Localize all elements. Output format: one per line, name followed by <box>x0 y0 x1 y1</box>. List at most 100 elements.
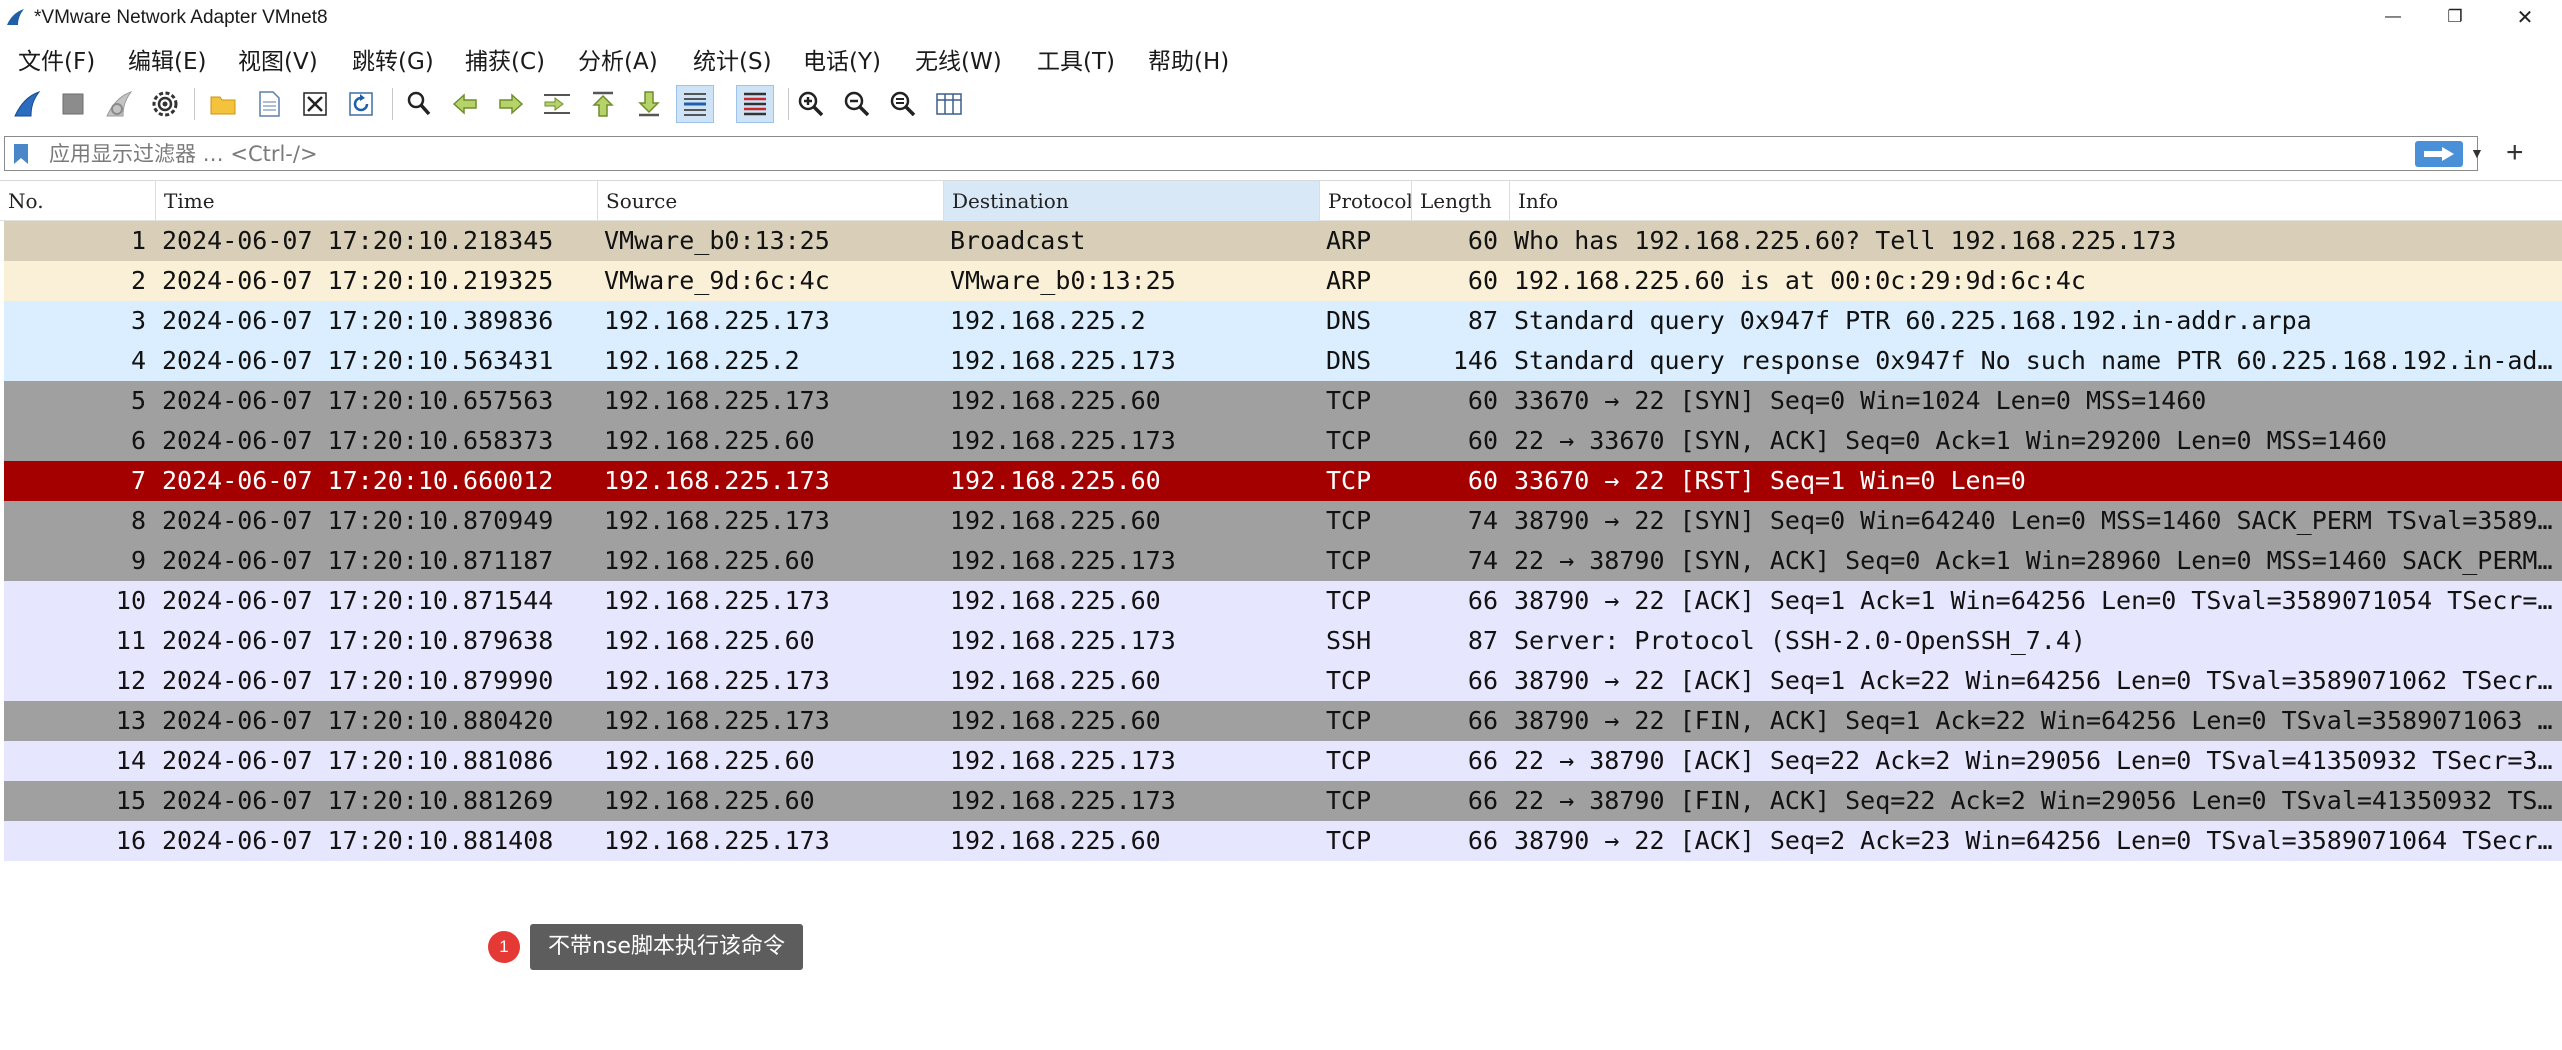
toolbar-separator <box>788 88 789 120</box>
reload-icon <box>349 92 373 116</box>
packet-length: 60 <box>1467 386 1498 415</box>
save-file-button[interactable] <box>250 85 288 123</box>
capture-options-button[interactable] <box>146 85 184 123</box>
maximize-button[interactable]: ❐ <box>2424 0 2486 34</box>
packet-no: 10 <box>115 586 146 615</box>
close-icon: ✕ <box>2516 6 2534 29</box>
menu-telephony[interactable]: 电话(Y) <box>803 42 881 76</box>
packet-info: 192.168.225.60 is at 00:0c:29:9d:6c:4c <box>1514 266 2086 295</box>
packet-rows: 1 2024-06-07 17:20:10.218345 VMware_b0:13:… <box>4 221 2562 861</box>
packet-info: 33670 → 22 [RST] Seq=1 Win=0 Len=0 <box>1514 466 2026 495</box>
packet-info: Standard query 0x947f PTR 60.225.168.192… <box>1514 306 2312 335</box>
packet-no: 6 <box>130 426 146 455</box>
first-packet-button[interactable] <box>584 85 622 123</box>
packet-row[interactable]: 12 2024-06-07 17:20:10.879990 192.168.225.… <box>4 661 2562 701</box>
menu-capture[interactable]: 捕获(C) <box>465 42 545 76</box>
packet-info: Standard query response 0x947f No such n… <box>1514 346 2562 375</box>
menu-edit[interactable]: 编辑(E) <box>128 42 206 76</box>
menu-analyze[interactable]: 分析(A) <box>578 42 658 76</box>
column-header-info[interactable]: Info <box>1510 181 2562 221</box>
packet-row[interactable]: 16 2024-06-07 17:20:10.881408 192.168.225.… <box>4 821 2562 861</box>
zoom-normal-button[interactable] <box>884 85 922 123</box>
packet-row[interactable]: 4 2024-06-07 17:20:10.563431 192.168.225.2… <box>4 341 2562 381</box>
reload-file-button[interactable] <box>342 85 380 123</box>
toolbar-separator <box>194 88 195 120</box>
packet-source: 192.168.225.60 <box>604 426 815 455</box>
zoom-out-button[interactable] <box>838 85 876 123</box>
packet-row[interactable]: 2 2024-06-07 17:20:10.219325 VMware_9d:6c:… <box>4 261 2562 301</box>
restart-capture-button[interactable] <box>100 85 138 123</box>
packet-protocol: TCP <box>1326 386 1372 415</box>
restore-icon: ❐ <box>2447 7 2463 26</box>
display-filter-input[interactable] <box>49 139 2389 169</box>
go-to-packet-button[interactable] <box>538 85 576 123</box>
menu-file[interactable]: 文件(F) <box>18 42 95 76</box>
column-header-no[interactable]: No. <box>0 181 156 221</box>
packet-row[interactable]: 3 2024-06-07 17:20:10.389836 192.168.225.1… <box>4 301 2562 341</box>
open-file-button[interactable] <box>204 85 242 123</box>
go-forward-button[interactable] <box>492 85 530 123</box>
packet-no: 3 <box>130 306 146 335</box>
column-header-source[interactable]: Source <box>598 181 944 221</box>
window-title: *VMware Network Adapter VMnet8 <box>34 7 328 28</box>
packet-row[interactable]: 10 2024-06-07 17:20:10.871544 192.168.225.… <box>4 581 2562 621</box>
packet-no: 14 <box>115 746 146 775</box>
packet-info: Who has 192.168.225.60? Tell 192.168.225… <box>1514 226 2177 255</box>
filter-history-dropdown[interactable]: ▼ <box>2470 145 2484 161</box>
packet-info: 38790 → 22 [ACK] Seq=1 Ack=1 Win=64256 L… <box>1514 586 2562 615</box>
packet-time: 2024-06-07 17:20:10.389836 <box>162 306 554 335</box>
packet-info: 38790 → 22 [SYN] Seq=0 Win=64240 Len=0 M… <box>1514 506 2562 535</box>
packet-row[interactable]: 11 2024-06-07 17:20:10.879638 192.168.225.… <box>4 621 2562 661</box>
close-window-button[interactable]: ✕ <box>2494 0 2556 34</box>
arrow-right-icon <box>2424 147 2454 161</box>
packet-time: 2024-06-07 17:20:10.881086 <box>162 746 554 775</box>
start-capture-button[interactable] <box>8 85 46 123</box>
menu-view[interactable]: 视图(V) <box>238 42 318 76</box>
column-header-time[interactable]: Time <box>156 181 598 221</box>
menu-tools[interactable]: 工具(T) <box>1037 42 1115 76</box>
packet-destination: 192.168.225.60 <box>950 666 1161 695</box>
packet-row[interactable]: 14 2024-06-07 17:20:10.881086 192.168.225.… <box>4 741 2562 781</box>
column-header-protocol[interactable]: Protocol <box>1320 181 1412 221</box>
resize-columns-button[interactable] <box>930 85 968 123</box>
filter-bookmark-icon[interactable] <box>13 143 29 165</box>
packet-row[interactable]: 7 2024-06-07 17:20:10.660012 192.168.225.1… <box>4 461 2562 501</box>
packet-row[interactable]: 9 2024-06-07 17:20:10.871187 192.168.225.6… <box>4 541 2562 581</box>
find-packet-icon <box>407 91 431 116</box>
packet-destination: 192.168.225.60 <box>950 386 1161 415</box>
go-back-icon <box>452 93 477 115</box>
zoom-in-button[interactable] <box>792 85 830 123</box>
menu-go[interactable]: 跳转(G) <box>352 42 434 76</box>
packet-source: 192.168.225.173 <box>604 706 830 735</box>
auto-scroll-button[interactable] <box>676 85 714 123</box>
apply-filter-button[interactable] <box>2415 141 2463 167</box>
colorize-button[interactable] <box>736 85 774 123</box>
packet-row[interactable]: 1 2024-06-07 17:20:10.218345 VMware_b0:13:… <box>4 221 2562 261</box>
column-header-length[interactable]: Length <box>1412 181 1510 221</box>
packet-destination: 192.168.225.173 <box>950 786 1176 815</box>
minimize-button[interactable]: — <box>2362 0 2424 34</box>
menu-statistics[interactable]: 统计(S) <box>693 42 772 76</box>
packet-no: 1 <box>130 226 146 255</box>
column-header-destination[interactable]: Destination <box>944 181 1320 221</box>
menu-help[interactable]: 帮助(H) <box>1148 42 1229 76</box>
packet-row[interactable]: 5 2024-06-07 17:20:10.657563 192.168.225.1… <box>4 381 2562 421</box>
stop-capture-button[interactable] <box>54 85 92 123</box>
packet-row[interactable]: 6 2024-06-07 17:20:10.658373 192.168.225.6… <box>4 421 2562 461</box>
add-filter-button-icon[interactable]: + <box>2506 136 2524 170</box>
last-packet-button[interactable] <box>630 85 668 123</box>
auto-scroll-icon <box>684 93 706 116</box>
packet-row[interactable]: 13 2024-06-07 17:20:10.880420 192.168.225.… <box>4 701 2562 741</box>
packet-destination: 192.168.225.173 <box>950 426 1176 455</box>
go-back-button[interactable] <box>446 85 484 123</box>
packet-destination: 192.168.225.173 <box>950 546 1176 575</box>
find-packet-button[interactable] <box>400 85 438 123</box>
close-file-button[interactable] <box>296 85 334 123</box>
packet-protocol: ARP <box>1326 266 1372 295</box>
packet-row[interactable]: 8 2024-06-07 17:20:10.870949 192.168.225.1… <box>4 501 2562 541</box>
packet-time: 2024-06-07 17:20:10.658373 <box>162 426 554 455</box>
packet-source: 192.168.225.60 <box>604 786 815 815</box>
menu-wireless[interactable]: 无线(W) <box>915 42 1002 76</box>
packet-length: 66 <box>1467 586 1498 615</box>
packet-row[interactable]: 15 2024-06-07 17:20:10.881269 192.168.225.… <box>4 781 2562 821</box>
